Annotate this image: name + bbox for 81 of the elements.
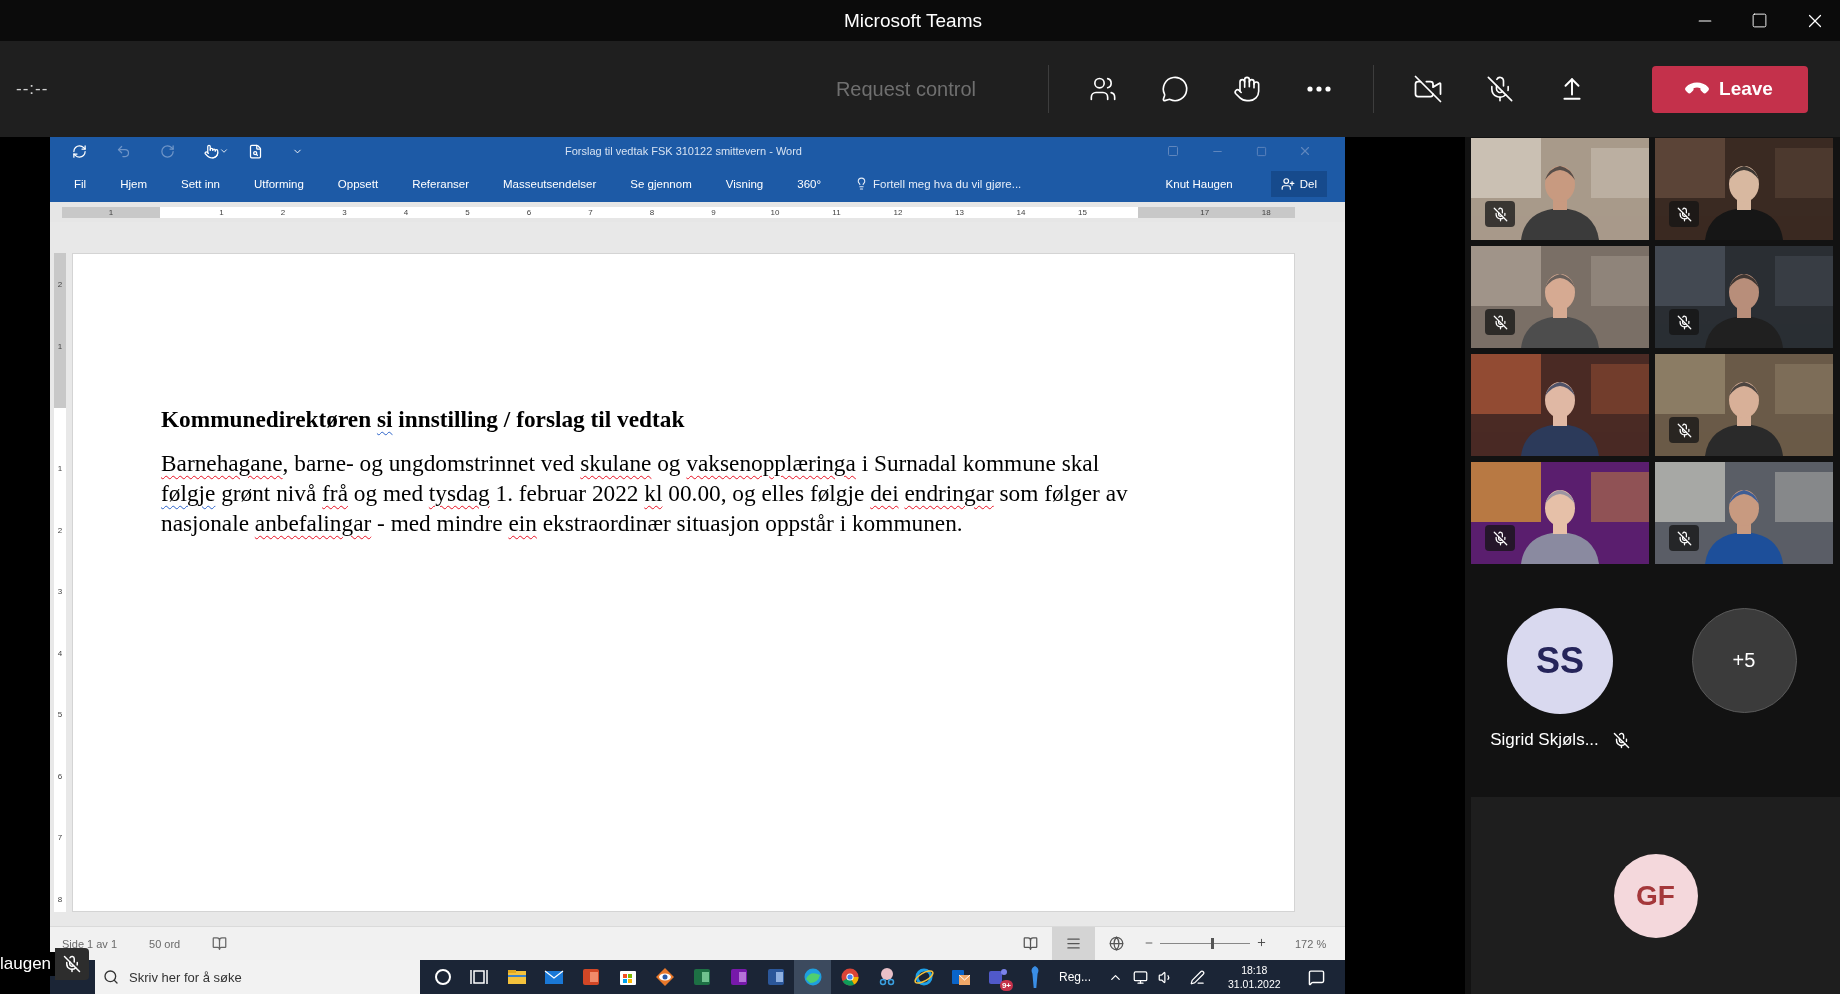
- ruler-number: 10: [770, 207, 780, 217]
- notifications-icon[interactable]: [1307, 968, 1325, 986]
- ruler-number: 8: [649, 207, 655, 217]
- document-heading: Kommunedirektøren si innstilling / forslag til vedtak: [161, 405, 686, 434]
- ribbon-tab[interactable]: Utforming: [252, 173, 306, 194]
- people-icon: [1089, 75, 1117, 103]
- ruler-number: 6: [57, 771, 63, 781]
- ribbon-tab[interactable]: Sett inn: [179, 173, 222, 194]
- ribbon-tab[interactable]: Oppsett: [335, 173, 381, 194]
- ruler-number: 7: [588, 207, 593, 217]
- plus-icon: [1256, 937, 1267, 948]
- search-field[interactable]: Skriv her for å søke: [95, 960, 420, 994]
- document-title: Forslag til vedtak FSK 310122 smittevern - Word: [564, 145, 803, 157]
- window-title: Microsoft Teams: [844, 9, 982, 32]
- view-button[interactable]: [1052, 927, 1095, 960]
- pen-icon[interactable]: [1190, 969, 1205, 985]
- ruler-number: 2: [57, 525, 63, 535]
- user-name: Knut Haugen: [1165, 177, 1233, 190]
- ribbon-tab[interactable]: Masseutsendelser: [501, 173, 599, 194]
- ruler-number: 13: [955, 207, 964, 217]
- page-count: Side 1 av 1: [62, 937, 118, 950]
- person-plus-icon: [1280, 176, 1295, 191]
- page-layout-icon: [1066, 936, 1081, 951]
- ruler-number: 2: [57, 280, 63, 290]
- ruler-number: 5: [465, 207, 470, 217]
- ruler-number: 4: [57, 648, 63, 658]
- ruler-number: 18: [1261, 207, 1271, 217]
- more-participants-button[interactable]: +5: [1691, 608, 1797, 713]
- avatar[interactable]: GF: [1613, 853, 1698, 938]
- ribbon-tab[interactable]: Hjem: [118, 173, 149, 194]
- ruler-number: 1: [57, 341, 63, 351]
- presenter-name: laugen: [0, 952, 56, 976]
- meeting-timer: --:--: [16, 79, 49, 99]
- ruler-number: 3: [57, 587, 63, 597]
- network-icon[interactable]: [1133, 969, 1148, 985]
- ruler-number: 1: [219, 207, 224, 217]
- ruler-number: 7: [57, 833, 63, 843]
- document-paragraph: Barnehagane, barne- og ungdomstrinnet ved skulane og vaksenopplæringa i Surnadal kommune skal følgje grønt nivå frå og med tysdag 1. februar 2022 kl 00.00, og elles følgje dei endringar som følger av nasjonale anbefalingar - med mindre ein ekstraordinær situasjon oppstår i kommunen.: [161, 449, 1129, 538]
- taskbar-app-button[interactable]: 9+: [979, 960, 1016, 994]
- pin-icon: [1030, 966, 1039, 988]
- ribbon-tab[interactable]: Fil: [72, 173, 89, 194]
- camera-off-icon: [1413, 74, 1443, 104]
- proofing-icon[interactable]: [212, 936, 228, 951]
- slider-thumb[interactable]: [1211, 938, 1215, 949]
- ribbon-tab[interactable]: Visning: [723, 173, 766, 194]
- share-button[interactable]: Del: [1270, 170, 1327, 197]
- more-icon: [1307, 86, 1331, 92]
- taskbar-label[interactable]: Reg...: [1059, 970, 1091, 984]
- ruler-number: 6: [526, 207, 532, 217]
- web-layout-icon: [1109, 936, 1124, 951]
- word-count: 50 ord: [149, 937, 181, 950]
- search-icon: [103, 969, 119, 985]
- ribbon-tab[interactable]: Referanser: [410, 173, 471, 194]
- ribbon-tab[interactable]: Se gjennom: [628, 173, 694, 194]
- leave-button[interactable]: Leave: [1652, 65, 1808, 113]
- ruler-number: 2: [280, 207, 286, 217]
- read-mode-icon: [1023, 936, 1038, 951]
- ruler-number: 11: [832, 207, 841, 217]
- maximize-icon[interactable]: [1751, 12, 1768, 29]
- ruler-number: 15: [1078, 207, 1087, 217]
- ribbon-tab[interactable]: 360°: [795, 173, 824, 194]
- ruler-number: 4: [403, 207, 409, 217]
- chat-icon: [1161, 75, 1189, 103]
- ruler-number: 17: [1200, 207, 1210, 217]
- ruler-number: 8: [57, 894, 63, 904]
- ruler-number: 3: [342, 207, 347, 217]
- taskbar-clock[interactable]: 18:18 31.01.2022: [1228, 963, 1281, 991]
- ruler-number: 5: [57, 710, 63, 720]
- mic-off-icon: [1486, 75, 1514, 103]
- browser-icon: [912, 966, 935, 988]
- hand-icon: [1233, 75, 1261, 103]
- avatar[interactable]: SS: [1507, 608, 1613, 714]
- ruler-number: 14: [1016, 207, 1026, 217]
- ruler-number: 9: [711, 207, 716, 217]
- ruler-number: 12: [893, 207, 903, 217]
- notification-badge: 9+: [999, 980, 1013, 991]
- zoom-level: 172 %: [1295, 937, 1328, 950]
- participant-name: Sigrid Skjøls...: [1490, 730, 1599, 750]
- ruler-number: 1: [108, 207, 114, 217]
- ruler-number: 1: [57, 464, 63, 474]
- tell-me-field[interactable]: Fortell meg hva du vil gjøre...: [853, 173, 1024, 194]
